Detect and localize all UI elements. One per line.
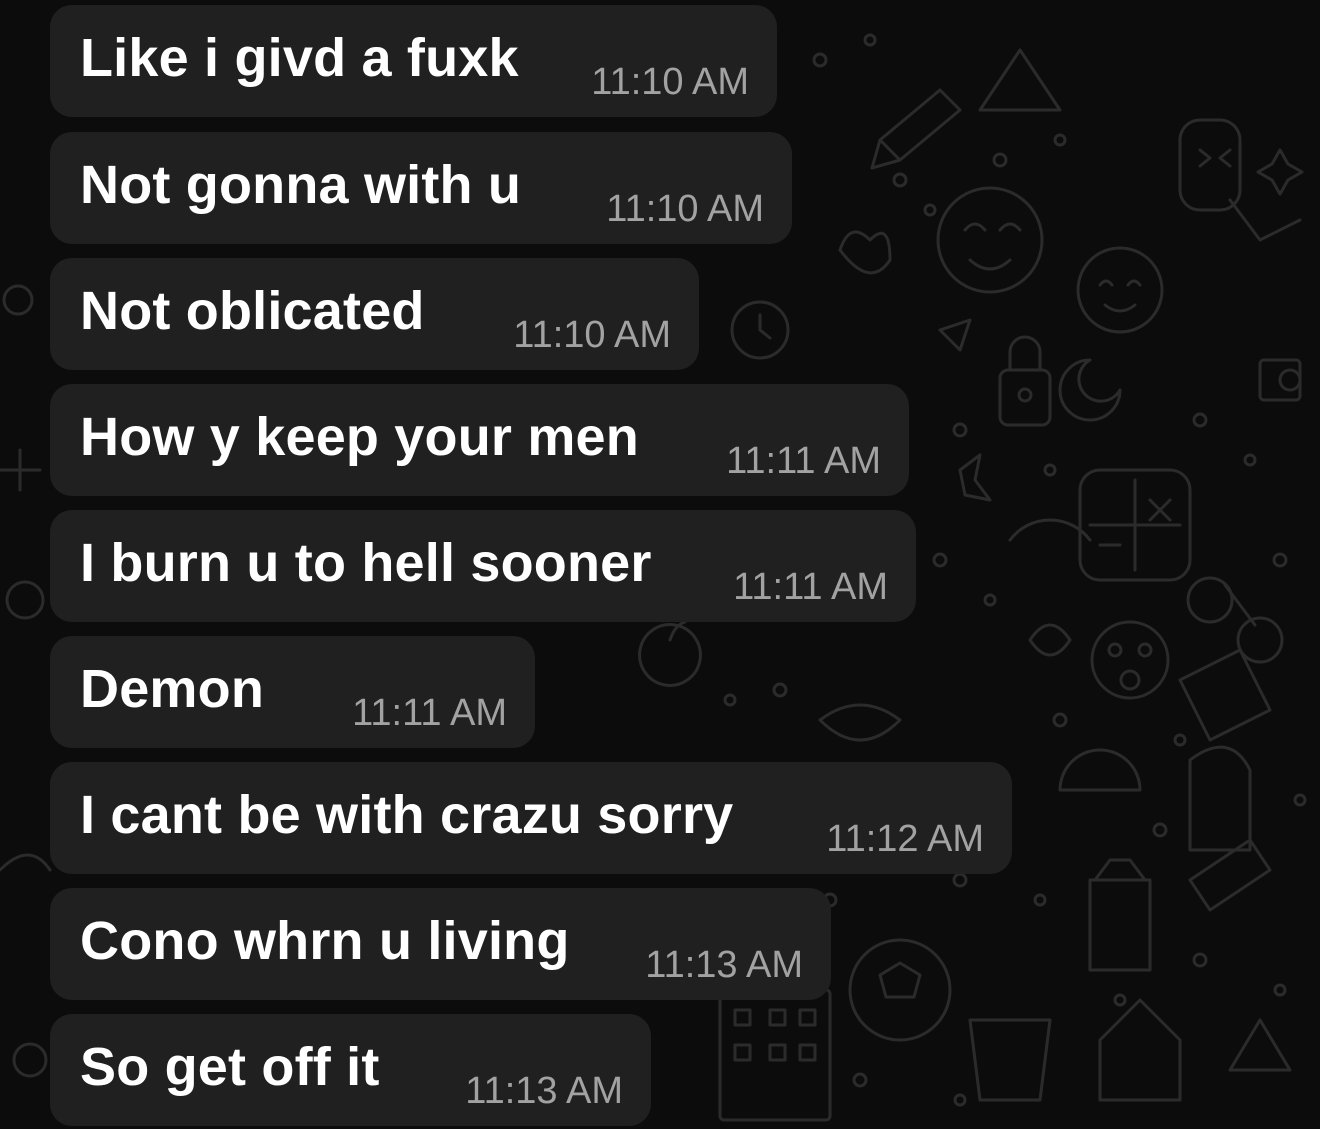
message-timestamp: 11:11 AM — [352, 692, 507, 734]
message-timestamp: 11:10 AM — [513, 314, 671, 356]
message-timestamp: 11:11 AM — [726, 440, 881, 482]
message-bubble[interactable]: Demon 11:11 AM — [50, 636, 535, 748]
message-text: So get off it — [80, 1037, 380, 1097]
message-bubble[interactable]: Not gonna with u 11:10 AM — [50, 132, 792, 244]
message-timestamp: 11:10 AM — [591, 61, 749, 103]
message-text: I cant be with crazu sorry — [80, 785, 734, 845]
message-text: Not oblicated — [80, 281, 425, 341]
message-timestamp: 11:11 AM — [733, 566, 888, 608]
message-bubble[interactable]: Not oblicated 11:10 AM — [50, 258, 699, 370]
message-text: I burn u to hell sooner — [80, 533, 652, 593]
message-bubble[interactable]: Cono whrn u living 11:13 AM — [50, 888, 831, 1000]
message-bubble[interactable]: Like i givd a fuxk 11:10 AM — [50, 5, 777, 117]
message-text: How y keep your men — [80, 407, 639, 467]
message-bubble[interactable]: I burn u to hell sooner 11:11 AM — [50, 510, 916, 622]
message-text: Cono whrn u living — [80, 911, 570, 971]
message-text: Not gonna with u — [80, 155, 522, 215]
message-bubble[interactable]: How y keep your men 11:11 AM — [50, 384, 909, 496]
message-bubble[interactable]: I cant be with crazu sorry 11:12 AM — [50, 762, 1012, 874]
message-text: Demon — [80, 659, 265, 719]
message-timestamp: 11:13 AM — [645, 944, 803, 986]
message-text: Like i givd a fuxk — [80, 28, 519, 88]
message-timestamp: 11:12 AM — [826, 818, 984, 860]
chat-view[interactable]: Like i givd a fuxk 11:10 AM Not gonna wi… — [0, 0, 1320, 1129]
message-timestamp: 11:13 AM — [465, 1070, 623, 1112]
message-bubble[interactable]: So get off it 11:13 AM — [50, 1014, 651, 1126]
message-timestamp: 11:10 AM — [606, 188, 764, 230]
